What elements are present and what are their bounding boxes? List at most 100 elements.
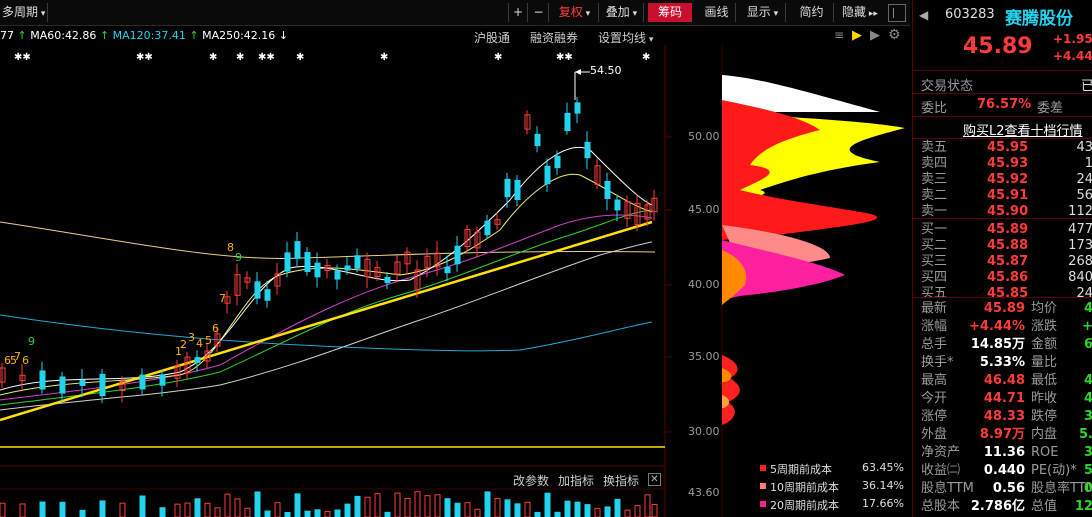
order-book-row[interactable]: 卖三 45.92 24 <box>913 172 1092 188</box>
volume-bar <box>414 491 421 517</box>
volume-group <box>0 491 658 517</box>
stat-value: 6 <box>1083 337 1092 352</box>
order-volume: 173 <box>1068 238 1092 253</box>
quote-stat-row: 最新 45.89 均价 4 <box>913 301 1092 319</box>
order-book-row[interactable]: 买四 45.86 840 <box>913 270 1092 286</box>
stat-label: 外盘 <box>921 427 948 442</box>
candle-body <box>444 266 451 274</box>
candle-body <box>554 155 561 169</box>
weibi-value: 76.57% <box>977 97 1032 112</box>
stat-value: 4 <box>1083 391 1092 406</box>
volume-bar <box>19 503 26 517</box>
volume-bar <box>564 500 571 517</box>
td-number: 6 <box>22 354 29 367</box>
candle-body <box>264 289 271 301</box>
volume-bar <box>584 504 591 517</box>
candle-body <box>194 357 201 363</box>
order-level-label: 卖二 <box>921 188 948 203</box>
volume-bar <box>464 502 471 517</box>
quote-stats: 最新 45.89 均价 4 涨幅 +4.44% 涨跌 + 总手 14.85万 金额 6 换手* 5.33%… <box>913 300 1092 517</box>
candle-body <box>614 199 621 211</box>
volume-bar <box>214 507 221 517</box>
stat-label: 最高 <box>921 373 948 388</box>
ma-green-line <box>0 209 653 406</box>
svg-text:✱✱: ✱✱ <box>14 52 31 63</box>
stat-value: 3 <box>1083 445 1092 460</box>
volume-bar <box>384 511 391 517</box>
volume-bar <box>344 503 351 517</box>
stat-label: 股息TTM <box>921 481 974 496</box>
order-book-row[interactable]: 卖五 45.95 43 <box>913 140 1092 156</box>
quote-stat-row: 今开 44.71 昨收 4 <box>913 391 1092 409</box>
td-number: 8 <box>227 241 234 254</box>
volume-bar <box>204 502 211 517</box>
candle-body <box>79 380 86 386</box>
svg-text:✱: ✱ <box>494 52 502 63</box>
order-book-row[interactable]: 卖四 45.93 1 <box>913 156 1092 172</box>
l2-upgrade-link[interactable]: 购买L2查看十档行情 <box>963 120 1083 139</box>
stat-label: ROE <box>1031 445 1059 460</box>
volume-bar <box>434 494 441 517</box>
trade-status-label: 交易状态 <box>921 79 974 94</box>
volume-bar <box>404 497 411 517</box>
close-icon[interactable]: ✕ <box>648 473 661 486</box>
volume-bar <box>234 498 241 517</box>
volume-bar <box>244 507 251 517</box>
volume-bar <box>79 509 86 517</box>
stat-value: 0.440 <box>983 463 1025 478</box>
order-book-row[interactable]: 买三 45.87 268 <box>913 254 1092 270</box>
stat-label: 涨停 <box>921 409 948 424</box>
stat-label: 涨跌 <box>1031 319 1058 334</box>
order-price: 45.86 <box>987 270 1029 285</box>
ma250-line <box>0 221 656 259</box>
switch-indicator-link[interactable]: 换指标 <box>603 472 639 489</box>
order-book-row[interactable]: 卖二 45.91 56 <box>913 188 1092 204</box>
td-number: 6 <box>212 322 219 335</box>
volume-bar <box>254 491 261 517</box>
volume-bar <box>304 510 311 517</box>
change-params-link[interactable]: 改参数 <box>513 472 549 489</box>
volume-bar <box>354 495 361 517</box>
volume-bar <box>554 511 561 517</box>
price-change-pct: +4.44% <box>1053 49 1092 63</box>
td-number: 9 <box>28 335 35 348</box>
volume-bar <box>634 505 641 517</box>
volume-bar <box>159 507 166 517</box>
candle-body <box>534 133 541 147</box>
order-volume: 1 <box>1084 156 1092 171</box>
candle-body <box>584 141 591 159</box>
candle-body <box>564 112 571 132</box>
candle-body <box>59 376 66 394</box>
ma60-line <box>0 241 653 411</box>
back-arrow-icon[interactable]: ◀ <box>919 8 928 22</box>
candle-body <box>39 370 46 390</box>
svg-text:✱: ✱ <box>209 52 217 63</box>
td-number: 9 <box>235 251 242 264</box>
stat-value: 14.85万 <box>970 337 1025 352</box>
candle-body <box>304 252 311 272</box>
order-book: 卖五 45.95 43 卖四 45.93 1 卖三 45.92 24 卖二 45.91 56 卖一 45.… <box>913 140 1092 301</box>
price-change: +1.95 <box>1053 32 1092 46</box>
td-number: 5 <box>205 334 212 347</box>
volume-bar <box>39 501 46 517</box>
order-book-row[interactable]: 买二 45.88 173 <box>913 238 1092 254</box>
stock-name: 赛腾股份 <box>1005 9 1073 29</box>
kline-chart[interactable]: ✱✱ ✱✱ ✱ ✱ ✱✱ ✱ ✱ ✱ ✱✱ ✱ <box>0 0 910 517</box>
candle-body <box>314 262 321 278</box>
cost-legend-value: 36.14% <box>862 479 904 492</box>
order-book-row[interactable]: 买一 45.89 477 <box>913 222 1092 238</box>
stat-value: 4 <box>1083 373 1092 388</box>
stat-label: 总值 <box>1031 499 1058 514</box>
candle-body <box>454 245 461 265</box>
td-number: 4 <box>196 337 203 350</box>
trade-status-value: 已 <box>1081 79 1092 94</box>
stat-label: 总股本 <box>921 499 961 514</box>
volume-bar <box>364 496 371 517</box>
svg-text:✱: ✱ <box>642 52 650 63</box>
order-price: 45.95 <box>987 140 1029 155</box>
order-level-label: 买三 <box>921 254 948 269</box>
order-volume: 43 <box>1076 140 1092 155</box>
volume-bar <box>574 501 581 517</box>
order-level-label: 卖三 <box>921 172 948 187</box>
add-indicator-link[interactable]: 加指标 <box>558 472 594 489</box>
